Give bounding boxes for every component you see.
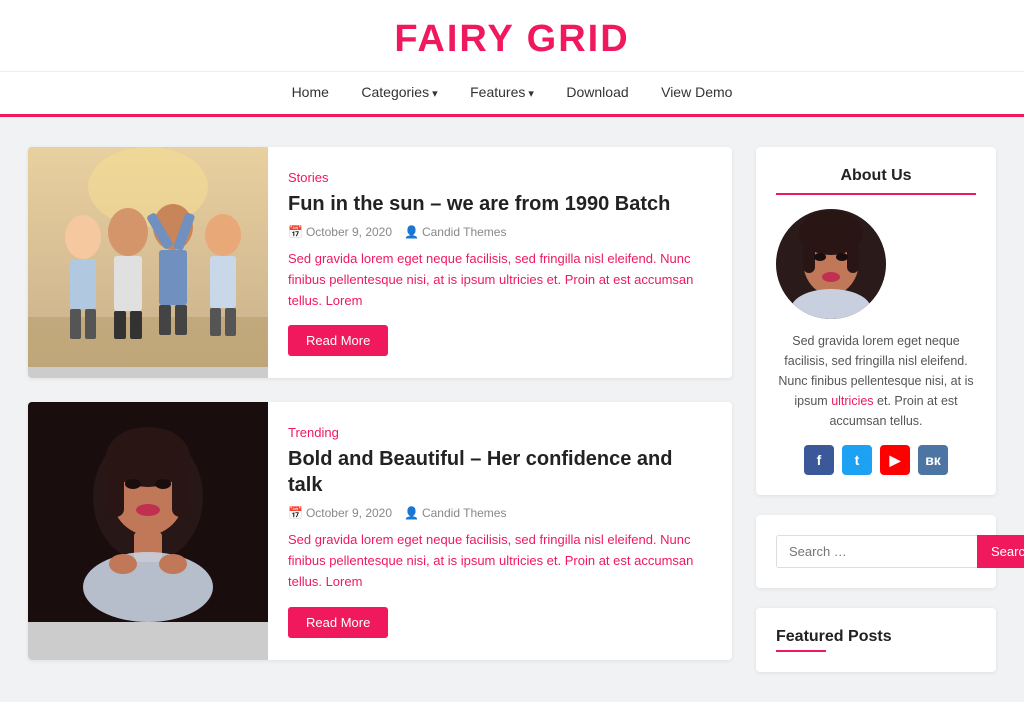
calendar-icon-2: 📅: [288, 506, 303, 520]
post-body-2: Trending Bold and Beautiful – Her confid…: [268, 402, 732, 659]
vk-icon[interactable]: вк: [918, 445, 948, 475]
site-header: FAIRY GRID: [0, 0, 1024, 72]
post-thumb-2: [28, 402, 268, 659]
twitter-icon[interactable]: t: [842, 445, 872, 475]
about-avatar-wrap: [776, 209, 976, 319]
search-wrap: Search: [776, 535, 976, 568]
about-avatar: [776, 209, 886, 319]
post-image-2: [28, 402, 268, 622]
post-date-2: 📅 October 9, 2020: [288, 506, 392, 520]
post-excerpt-2: Sed gravida lorem eget neque facilisis, …: [288, 530, 712, 592]
search-button[interactable]: Search: [977, 535, 1024, 568]
post-author-1: 👤 Candid Themes: [404, 225, 506, 239]
featured-underline: [776, 650, 826, 652]
content-area: Stories Fun in the sun – we are from 199…: [28, 147, 732, 672]
post-card-1: Stories Fun in the sun – we are from 199…: [28, 147, 732, 378]
post-title-2: Bold and Beautiful – Her confidence and …: [288, 446, 712, 498]
post-meta-1: 📅 October 9, 2020 👤 Candid Themes: [288, 225, 712, 239]
about-description: Sed gravida lorem eget neque facilisis, …: [776, 331, 976, 431]
nav-viewdemo[interactable]: View Demo: [661, 84, 732, 100]
nav-features[interactable]: Features: [470, 84, 534, 100]
read-more-btn-2[interactable]: Read More: [288, 607, 388, 638]
about-link[interactable]: ultricies: [831, 394, 873, 408]
main-nav: Home Categories Features Download View D…: [0, 72, 1024, 117]
post-body-1: Stories Fun in the sun – we are from 199…: [268, 147, 732, 378]
about-title: About Us: [776, 167, 976, 195]
sidebar: About Us: [756, 147, 996, 672]
about-widget: About Us: [756, 147, 996, 495]
post-category-2[interactable]: Trending: [288, 425, 339, 440]
search-input[interactable]: [776, 535, 977, 568]
author-icon-1: 👤: [404, 225, 419, 239]
post-card-2: Trending Bold and Beautiful – Her confid…: [28, 402, 732, 659]
main-layout: Stories Fun in the sun – we are from 199…: [12, 147, 1012, 672]
post-author-2: 👤 Candid Themes: [404, 506, 506, 520]
nav-categories[interactable]: Categories: [361, 84, 437, 100]
calendar-icon-1: 📅: [288, 225, 303, 239]
social-icons: f t ▶ вк: [776, 445, 976, 475]
nav-home[interactable]: Home: [292, 84, 329, 100]
nav-download[interactable]: Download: [566, 84, 628, 100]
post-thumb-1: [28, 147, 268, 378]
post-image-1: [28, 147, 268, 367]
featured-title: Featured Posts: [776, 628, 976, 646]
author-icon-2: 👤: [404, 506, 419, 520]
post-excerpt-1: Sed gravida lorem eget neque facilisis, …: [288, 249, 712, 311]
read-more-btn-1[interactable]: Read More: [288, 325, 388, 356]
search-widget: Search: [756, 515, 996, 588]
facebook-icon[interactable]: f: [804, 445, 834, 475]
post-date-1: 📅 October 9, 2020: [288, 225, 392, 239]
avatar-image: [776, 209, 886, 319]
youtube-icon[interactable]: ▶: [880, 445, 910, 475]
featured-widget: Featured Posts: [756, 608, 996, 672]
post-meta-2: 📅 October 9, 2020 👤 Candid Themes: [288, 506, 712, 520]
post-title-1: Fun in the sun – we are from 1990 Batch: [288, 191, 712, 217]
site-title: FAIRY GRID: [0, 18, 1024, 61]
post-category-1[interactable]: Stories: [288, 170, 328, 185]
